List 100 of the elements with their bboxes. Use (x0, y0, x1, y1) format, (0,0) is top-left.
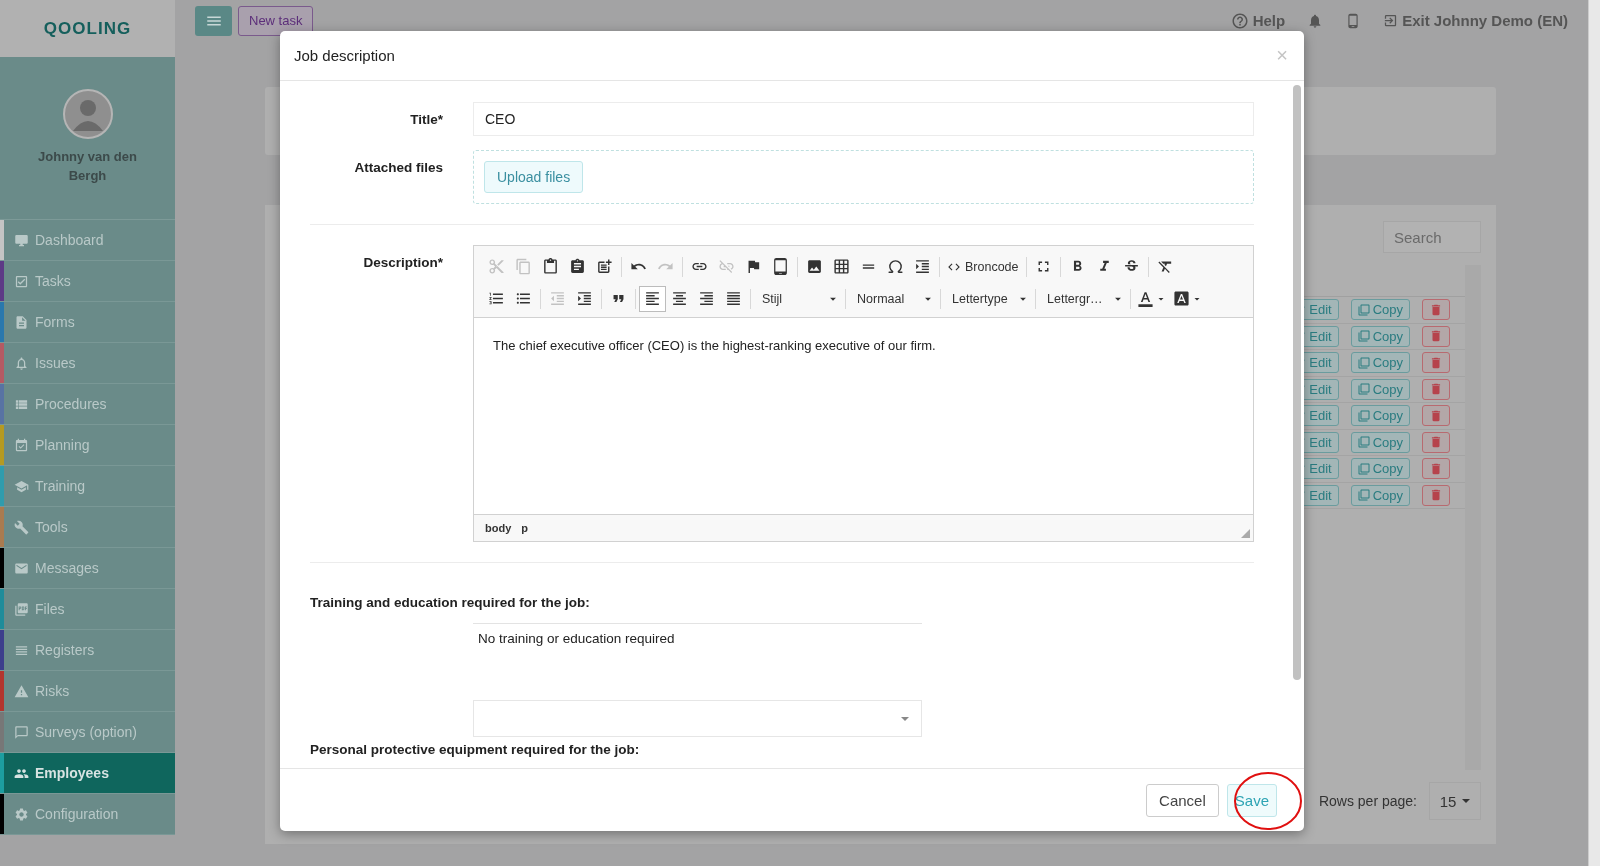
table-icon (833, 258, 850, 275)
paste-icon (542, 258, 559, 275)
copy-button[interactable]: Copy (1350, 299, 1410, 321)
background-color-icon (1173, 290, 1190, 307)
rich-text-editor[interactable]: Broncode Stijl Normaal Lettertype Lettergr… The chief executive officer (CEO) is the highest-ranking executive of our firm. body p (473, 245, 1254, 542)
dropdown-label: Normaal (857, 291, 905, 306)
training-item: No training or education required (478, 631, 676, 646)
checkbox-icon (14, 273, 29, 289)
copy-label: Copy (1372, 355, 1403, 371)
nav-item[interactable]: Issues (0, 343, 175, 384)
trash-icon (1429, 382, 1443, 397)
copy-icon (1357, 489, 1370, 502)
source-label: Broncode (965, 259, 1019, 274)
edit-label: Edit (1309, 487, 1332, 503)
trash-icon (1429, 329, 1443, 344)
copy-label: Copy (1372, 487, 1403, 503)
paste-text-icon (569, 258, 586, 275)
copy-label: Copy (1372, 461, 1403, 477)
page-scrollbar[interactable] (1588, 0, 1600, 866)
upload-button[interactable]: Upload files (484, 161, 584, 193)
nav-item[interactable]: Dashboard (0, 220, 175, 261)
document-icon (14, 314, 29, 330)
rows-per-page-select[interactable]: 15 (1429, 782, 1481, 820)
copy-button[interactable]: Copy (1350, 431, 1410, 453)
copy-button[interactable]: Copy (1350, 458, 1410, 480)
menu-button[interactable] (195, 5, 232, 36)
editor-text: The chief executive officer (CEO) is the highest-ranking executive of our firm. (492, 337, 937, 355)
delete-button[interactable] (1422, 484, 1450, 506)
unlink-icon (718, 258, 735, 275)
cancel-button[interactable]: Cancel (1146, 783, 1219, 817)
align-left-button[interactable] (639, 285, 666, 312)
edit-label: Edit (1309, 328, 1332, 344)
align-right-icon (698, 290, 715, 307)
nav-item[interactable]: Training (0, 466, 175, 507)
new-task-button[interactable]: New task (238, 5, 314, 36)
nav-item[interactable]: Risks (0, 671, 175, 712)
dropdown-label: Lettergr… (1047, 291, 1103, 306)
outdent-icon (549, 290, 566, 307)
title-field[interactable]: CEO (473, 102, 1254, 136)
delete-button[interactable] (1422, 458, 1450, 480)
delete-button[interactable] (1422, 378, 1450, 400)
calendar-icon (14, 437, 29, 453)
search-field[interactable]: Search (1383, 221, 1481, 253)
copy-button[interactable]: Copy (1350, 378, 1410, 400)
indent-icon (576, 290, 593, 307)
tablet-icon (772, 258, 789, 275)
copy-button[interactable]: Copy (1350, 352, 1410, 374)
delete-button[interactable] (1422, 431, 1450, 453)
nav-item[interactable]: Messages (0, 548, 175, 589)
delete-button[interactable] (1422, 405, 1450, 427)
copy-button[interactable]: Copy (1350, 484, 1410, 506)
nav-item[interactable]: Planning (0, 425, 175, 466)
dropdown-label: Stijl (762, 291, 783, 306)
field-label: Description* (362, 254, 443, 270)
pdf-file-icon (14, 601, 29, 617)
copy-label: Copy (1372, 408, 1403, 424)
file-drop-area[interactable]: Upload files (473, 150, 1254, 204)
avatar-icon (62, 89, 113, 139)
format-dropdown[interactable]: Stijl (754, 285, 842, 312)
indent-lines-icon (914, 258, 931, 275)
delete-button[interactable] (1422, 325, 1450, 347)
copy-icon (1357, 383, 1370, 396)
element-path-item[interactable]: body (485, 522, 512, 534)
field-label: Title* (409, 111, 443, 127)
delete-button[interactable] (1422, 352, 1450, 374)
trash-icon (1429, 488, 1443, 503)
nav-item[interactable]: Configuration (0, 794, 175, 835)
help-link[interactable]: Help (1230, 11, 1286, 30)
image-icon (806, 258, 823, 275)
edit-label: Edit (1309, 408, 1332, 424)
nav-item[interactable]: Tasks (0, 261, 175, 302)
warning-icon (14, 683, 29, 699)
section-heading: Personal protective equipment required for the job: (310, 742, 641, 757)
element-path-item[interactable]: p (521, 522, 528, 534)
save-button[interactable]: Save (1226, 783, 1277, 817)
nav-item[interactable]: Procedures (0, 384, 175, 425)
help-label: Help (1252, 12, 1286, 29)
nav-item[interactable]: Employees (0, 753, 175, 794)
nav-item[interactable]: Registers (0, 630, 175, 671)
format-dropdown[interactable]: Lettertype (944, 285, 1032, 312)
delete-button[interactable] (1422, 299, 1450, 321)
close-button[interactable]: × (1276, 44, 1288, 67)
nav-item[interactable]: Files (0, 589, 175, 630)
copy-button[interactable]: Copy (1350, 405, 1410, 427)
section-heading: Training and education required for the job: (310, 595, 591, 610)
copy-label: Copy (1372, 381, 1403, 397)
nav-item[interactable]: Tools (0, 507, 175, 548)
edit-label: Edit (1309, 461, 1332, 477)
format-dropdown[interactable]: Lettergr… (1039, 285, 1127, 312)
format-dropdown[interactable]: Normaal (849, 285, 937, 312)
copy-label: Copy (1372, 302, 1403, 318)
source-button[interactable]: Broncode (943, 253, 1023, 280)
edit-label: Edit (1309, 434, 1332, 450)
copy-icon (1357, 330, 1370, 343)
copy-button[interactable]: Copy (1350, 325, 1410, 347)
scrollbar-thumb[interactable] (1293, 85, 1301, 680)
copy-label: Copy (1372, 434, 1403, 450)
nav-item[interactable]: Forms (0, 302, 175, 343)
gear-icon (14, 806, 29, 822)
copy-icon (1357, 303, 1370, 316)
